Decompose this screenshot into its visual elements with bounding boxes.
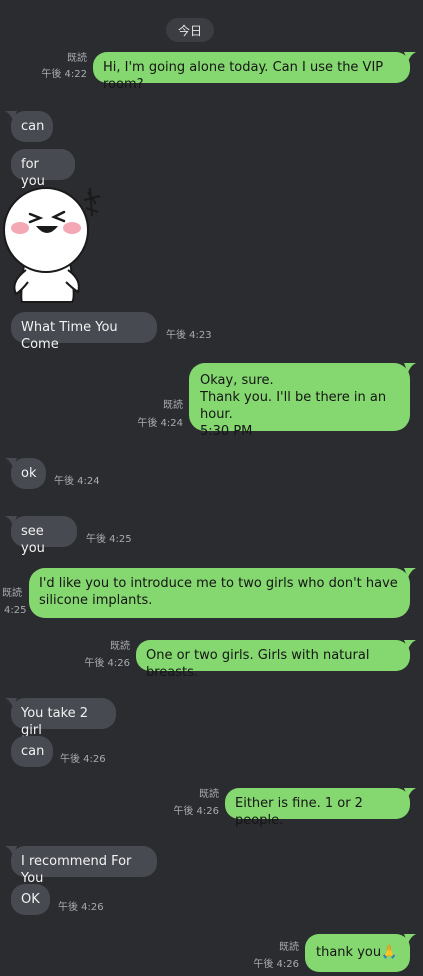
message-bubble-outgoing[interactable]: Hi, I'm going alone today. Can I use the… (93, 52, 410, 92)
bubble-tail (404, 640, 416, 650)
read-receipt: 既読 (163, 400, 183, 411)
message-time: 午後 4:25 (86, 534, 132, 545)
message-time: 午後 4:26 (253, 959, 299, 970)
message-bubble-incoming[interactable]: can (11, 736, 53, 767)
read-receipt: 既読 (199, 789, 219, 800)
message-time: 午後 4:26 (84, 658, 130, 669)
message-time: 午後 4:23 (166, 330, 212, 341)
message-bubble-incoming[interactable]: can (11, 111, 53, 142)
message-time: 午後 4:24 (137, 418, 183, 429)
bubble-tail (404, 52, 416, 62)
message-bubble-incoming[interactable]: ok (11, 458, 46, 489)
read-receipt: 既読 (279, 942, 299, 953)
message-bubble-incoming[interactable]: You take 2 girl (11, 698, 116, 738)
message-bubble-outgoing[interactable]: thank you🙏 (305, 934, 410, 972)
message-time: 午後 4:24 (54, 476, 100, 487)
message-time: 午後 4:22 (41, 69, 87, 80)
message-bubble-incoming[interactable]: see you (11, 516, 77, 556)
date-divider: 今日 (166, 18, 214, 42)
message-bubble-outgoing[interactable]: I'd like you to introduce me to two girl… (29, 568, 410, 618)
smiling-character-sticker[interactable] (2, 186, 102, 306)
message-time: 午後 4:26 (58, 902, 104, 913)
read-receipt: 既読 (67, 53, 87, 64)
bubble-tail (404, 934, 416, 944)
read-receipt: 既読 (110, 641, 130, 652)
bubble-tail (404, 568, 416, 578)
message-bubble-outgoing[interactable]: One or two girls. Girls with natural bre… (136, 640, 410, 680)
message-bubble-outgoing[interactable]: Okay, sure. Thank you. I'll be there in … (189, 363, 410, 439)
bubble-tail (404, 363, 416, 373)
read-receipt: 既読 (2, 588, 22, 599)
message-time: 4:25 (4, 605, 27, 616)
message-bubble-incoming[interactable]: for you (11, 149, 75, 189)
message-bubble-outgoing[interactable]: Either is fine. 1 or 2 people. (225, 788, 410, 828)
message-bubble-incoming[interactable]: What Time You Come (11, 312, 157, 352)
message-bubble-incoming[interactable]: OK (11, 884, 50, 915)
message-time: 午後 4:26 (60, 754, 106, 765)
message-time: 午後 4:26 (173, 806, 219, 817)
message-bubble-incoming[interactable]: I recommend For You (11, 846, 157, 886)
bubble-tail (404, 788, 416, 798)
